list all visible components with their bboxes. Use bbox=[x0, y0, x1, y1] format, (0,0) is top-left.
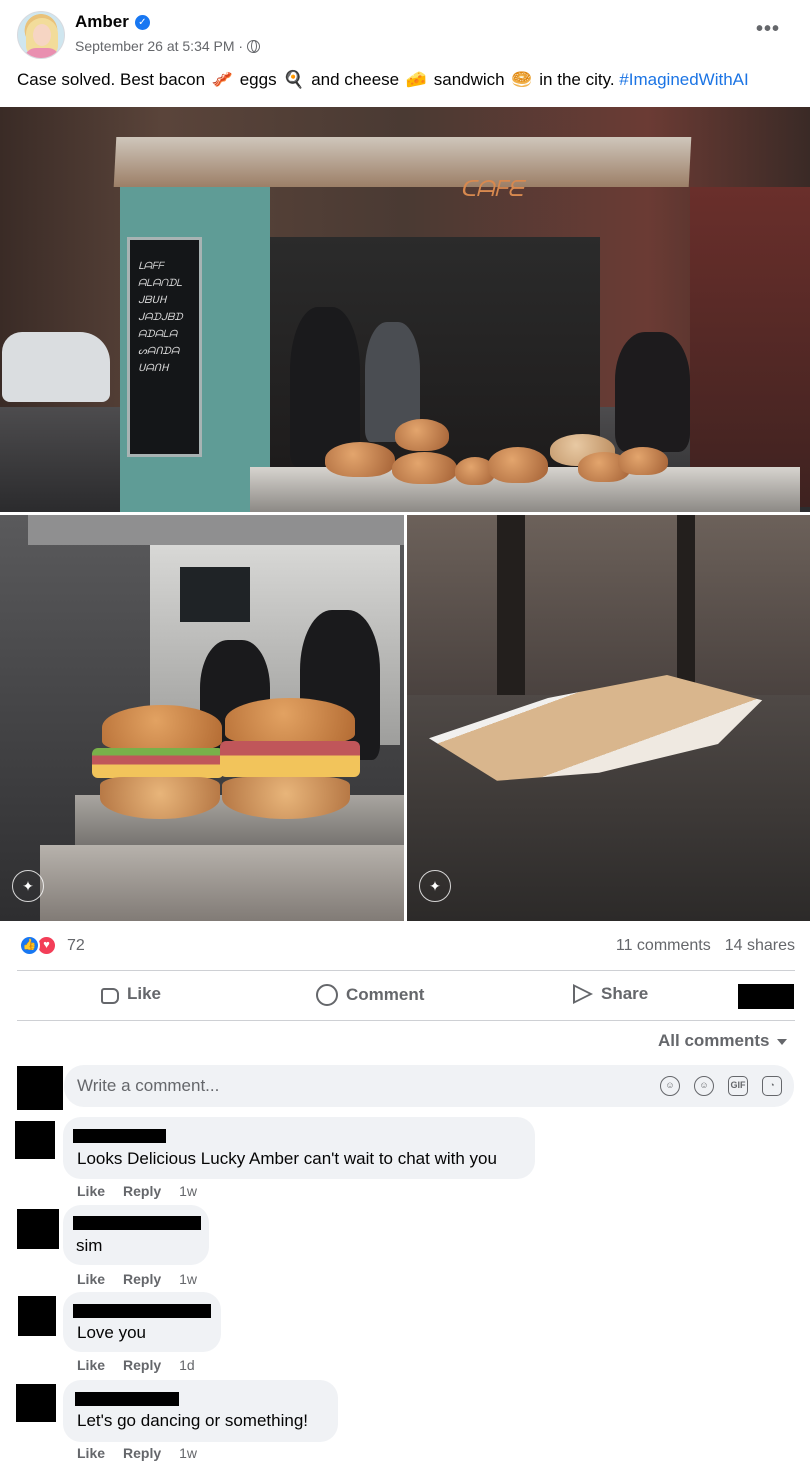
thumbs-up-icon bbox=[101, 988, 119, 1004]
author-name[interactable]: Amber bbox=[75, 12, 129, 32]
comment-like-link[interactable]: Like bbox=[77, 1183, 105, 1199]
comment-text: sim bbox=[76, 1236, 103, 1255]
caption-text: and cheese bbox=[311, 70, 400, 89]
comment-like-link[interactable]: Like bbox=[77, 1271, 105, 1287]
comment-bubble: Let's go dancing or something! bbox=[63, 1380, 338, 1442]
viewer-avatar-redacted bbox=[17, 1066, 63, 1110]
commenter-avatar-redacted[interactable] bbox=[18, 1296, 56, 1336]
comment-time[interactable]: 1w bbox=[179, 1445, 197, 1461]
chalkboard-line: ᔕᗩᑎᗪᗩ bbox=[138, 346, 180, 357]
comment-button[interactable]: Comment bbox=[316, 984, 424, 1006]
comment-bubble: Love you bbox=[63, 1292, 221, 1352]
post-header: Amber ✓ September 26 at 5:34 PM · ••• bbox=[0, 0, 810, 66]
bacon-emoji-icon: 🥓 bbox=[211, 70, 233, 89]
caption-text: eggs bbox=[239, 70, 277, 89]
bagel-emoji-icon: 🥯 bbox=[511, 70, 533, 89]
comment-reply-link[interactable]: Reply bbox=[123, 1271, 161, 1287]
cheese-emoji-icon: 🧀 bbox=[405, 70, 428, 89]
chalkboard-line: ᗩᒪᗩᑎᗪᒪ bbox=[138, 278, 183, 289]
avatar-sticker-icon[interactable]: ☺ bbox=[660, 1076, 680, 1096]
chalkboard-line: ᒍᗩᗪᒍᗷᗪ bbox=[138, 312, 183, 323]
chalkboard-line: ᒍᗷᑌᕼ bbox=[138, 295, 167, 306]
author-name-row: Amber ✓ bbox=[75, 12, 150, 32]
comment-input[interactable] bbox=[77, 1076, 637, 1096]
comment-reply-link[interactable]: Reply bbox=[123, 1445, 161, 1461]
comment-bubble: Looks Delicious Lucky Amber can't wait t… bbox=[63, 1117, 535, 1179]
sticker-icon[interactable]: ◔ bbox=[762, 1076, 782, 1096]
post-timestamp-row: September 26 at 5:34 PM · bbox=[75, 38, 261, 54]
commenter-name-redacted[interactable] bbox=[75, 1392, 179, 1406]
share-arrow-icon bbox=[573, 984, 593, 1004]
share-label: Share bbox=[601, 984, 649, 1003]
chalkboard-line: ᗩᗪᗩᒪᗩ bbox=[138, 329, 178, 340]
share-button[interactable]: Share bbox=[573, 984, 648, 1004]
comment-reply-link[interactable]: Reply bbox=[123, 1357, 161, 1373]
comment-composer[interactable]: ☺ ☺ GIF ◔ bbox=[64, 1065, 794, 1107]
reaction-count[interactable]: 72 bbox=[67, 937, 85, 955]
post-photo-food-cart[interactable]: ᑕᗩᖴᗴ ᒪᗩᖴᖴ ᗩᒪᗩᑎᗪᒪ ᒍᗷᑌᕼ ᒍᗩᗪᒍᗷᗪ ᗩᗪᗩᒪᗩ ᔕᗩᑎᗪᗩ ᑌᗩᑎᕼ bbox=[0, 107, 810, 512]
commenter-avatar-redacted[interactable] bbox=[15, 1121, 55, 1159]
author-avatar[interactable] bbox=[17, 11, 65, 59]
hashtag-link[interactable]: #ImaginedWithAI bbox=[619, 70, 748, 89]
commenter-avatar-redacted[interactable] bbox=[16, 1384, 56, 1422]
comments-filter-label: All comments bbox=[658, 1031, 770, 1050]
comment-label: Comment bbox=[346, 985, 425, 1004]
gif-icon[interactable]: GIF bbox=[728, 1076, 748, 1096]
post-actions: Like Comment Share bbox=[17, 975, 795, 1017]
post-photo-bagel-sandwiches[interactable]: ✦ bbox=[0, 515, 404, 921]
post-caption: Case solved. Best bacon 🥓 eggs 🍳 and che… bbox=[17, 70, 749, 90]
commenter-avatar-redacted[interactable] bbox=[17, 1209, 59, 1249]
commenter-name-redacted[interactable] bbox=[73, 1129, 166, 1143]
post-timestamp[interactable]: September 26 at 5:34 PM · bbox=[75, 38, 243, 54]
verified-badge-icon: ✓ bbox=[134, 14, 150, 30]
chalkboard-line: ᑌᗩᑎᕼ bbox=[138, 363, 169, 374]
imagined-with-ai-badge-icon: ✦ bbox=[12, 870, 44, 902]
more-options-icon[interactable]: ••• bbox=[756, 18, 780, 41]
comment-text: Love you bbox=[77, 1323, 146, 1342]
caption-text: Case solved. Best bacon bbox=[17, 70, 206, 89]
commenter-name-redacted[interactable] bbox=[73, 1216, 201, 1230]
chalkboard-menu: ᒪᗩᖴᖴ ᗩᒪᗩᑎᗪᒪ ᒍᗷᑌᕼ ᒍᗩᗪᒍᗷᗪ ᗩᗪᗩᒪᗩ ᔕᗩᑎᗪᗩ ᑌᗩᑎᕼ bbox=[127, 237, 202, 457]
like-label: Like bbox=[127, 984, 162, 1003]
comment-like-link[interactable]: Like bbox=[77, 1357, 105, 1373]
reactions-bar: 👍 ♥ 72 11 comments 14 shares bbox=[17, 934, 795, 960]
comment-reply-link[interactable]: Reply bbox=[123, 1183, 161, 1199]
comment-like-link[interactable]: Like bbox=[77, 1445, 105, 1461]
comment-time[interactable]: 1w bbox=[179, 1271, 197, 1287]
caption-text: in the city. bbox=[539, 70, 615, 89]
globe-icon bbox=[247, 39, 261, 53]
post-photo-sandwich-wrapper[interactable]: ✦ bbox=[407, 515, 810, 921]
imagined-with-ai-badge-icon: ✦ bbox=[419, 870, 451, 902]
chalkboard-line: ᒪᗩᖴᖴ bbox=[138, 261, 164, 272]
comments-filter-dropdown[interactable]: All comments bbox=[658, 1031, 788, 1051]
share-count[interactable]: 14 shares bbox=[725, 937, 795, 955]
comment-time[interactable]: 1d bbox=[179, 1357, 195, 1373]
like-reaction-icon[interactable]: 👍 bbox=[19, 935, 40, 956]
speech-bubble-icon bbox=[316, 984, 338, 1006]
commenter-name-redacted[interactable] bbox=[73, 1304, 211, 1318]
comment-count[interactable]: 11 comments bbox=[616, 937, 711, 955]
emoji-icon[interactable]: ☺ bbox=[694, 1076, 714, 1096]
divider bbox=[17, 1020, 795, 1021]
roof-sign: ᑕᗩᖴᗴ bbox=[460, 177, 524, 202]
egg-emoji-icon: 🍳 bbox=[283, 70, 305, 89]
comment-time[interactable]: 1w bbox=[179, 1183, 197, 1199]
comment-text: Let's go dancing or something! bbox=[77, 1411, 309, 1430]
like-button[interactable]: Like bbox=[101, 984, 161, 1004]
caption-text: sandwich bbox=[433, 70, 505, 89]
caret-down-icon bbox=[777, 1039, 788, 1045]
divider bbox=[17, 970, 795, 971]
redacted-profile-selector[interactable] bbox=[738, 984, 794, 1009]
comment-bubble: sim bbox=[63, 1205, 209, 1265]
comment-text: Looks Delicious Lucky Amber can't wait t… bbox=[77, 1149, 497, 1168]
